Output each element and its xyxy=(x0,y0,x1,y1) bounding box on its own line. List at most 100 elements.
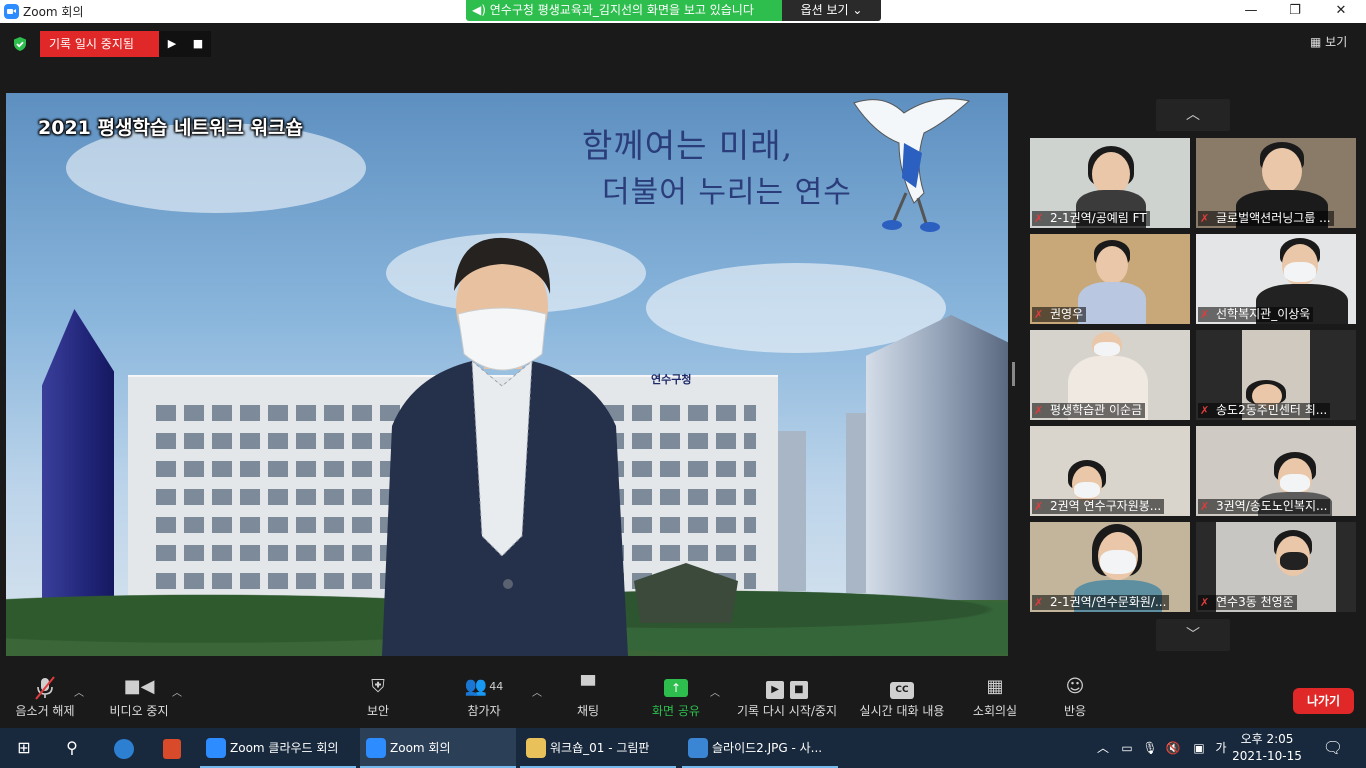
leave-button[interactable]: 나가기 xyxy=(1293,688,1354,714)
participant-tile[interactable]: ✗ 3권역/송도노인복지... xyxy=(1196,426,1356,516)
system-clock[interactable]: 오후 2:05 2021-10-15 xyxy=(1232,731,1302,765)
slogan-line-2: 더불어 누리는 연수 xyxy=(602,175,852,210)
view-options-label: 옵션 보기 xyxy=(800,3,849,17)
microphone-tray-icon[interactable]: 🎙 xyxy=(1140,728,1160,768)
reactions-button[interactable]: ☺ 반응 xyxy=(1052,668,1098,728)
grid-icon: ▦ xyxy=(1310,35,1322,49)
share-options-caret-icon[interactable]: ︿ xyxy=(710,684,720,699)
smiley-icon: ☺ xyxy=(1065,676,1085,697)
face xyxy=(1262,148,1302,194)
muted-mic-icon: ✗ xyxy=(1200,308,1210,321)
window-title: Zoom 회의 xyxy=(23,5,84,19)
ime-indicator[interactable]: 가 xyxy=(1212,728,1230,768)
face-mask xyxy=(1094,342,1120,356)
speaker-icon: ◀) xyxy=(472,3,486,17)
view-button[interactable]: ▦ 보기 xyxy=(1310,33,1347,50)
network-icon[interactable]: ▣ xyxy=(1188,728,1210,768)
slide-title: 2021 평생학습 네트워크 워크숍 xyxy=(38,117,304,139)
participant-tile[interactable]: ✗ 권영우 xyxy=(1030,234,1190,324)
search-icon[interactable]: ⚲ xyxy=(48,728,96,768)
photo-viewer-icon xyxy=(688,738,708,758)
record-label: 기록 다시 시작/중지 xyxy=(737,704,837,718)
taskbar-zoom-meeting[interactable]: Zoom 회의 xyxy=(360,728,516,768)
gallery-up-button[interactable]: ︿ xyxy=(1156,99,1230,131)
notification-center-icon[interactable]: 🗨 xyxy=(1318,728,1348,768)
share-screen-button[interactable]: ↑ 화면 공유 xyxy=(644,668,708,728)
audio-options-caret-icon[interactable]: ︿ xyxy=(74,684,84,699)
security-button[interactable]: ⛨ 보안 xyxy=(350,668,406,728)
gallery-down-button[interactable]: ﹀ xyxy=(1156,619,1230,651)
participants-options-caret-icon[interactable]: ︿ xyxy=(532,684,542,699)
video-options-caret-icon[interactable]: ︿ xyxy=(172,684,182,699)
breakout-rooms-button[interactable]: ▦ 소회의실 xyxy=(966,668,1024,728)
muted-mic-icon: ✗ xyxy=(1200,212,1210,225)
view-button-label: 보기 xyxy=(1325,35,1348,49)
edge-browser-icon[interactable] xyxy=(100,728,148,768)
share-screen-label: 화면 공유 xyxy=(652,704,700,718)
paint-palette-icon xyxy=(526,738,546,758)
chat-label: 채팅 xyxy=(576,704,600,718)
shared-screen[interactable]: 연수구청 2021 평생학습 네트워크 워크숍 함께여는 미래, 더불어 누리는… xyxy=(6,93,1008,656)
security-label: 보안 xyxy=(366,704,390,718)
windows-start-icon[interactable]: ⊞ xyxy=(0,728,48,768)
close-button[interactable]: ✕ xyxy=(1318,0,1364,23)
clock-date: 2021-10-15 xyxy=(1232,749,1302,763)
speaker-muted-icon[interactable]: 🔇 xyxy=(1162,728,1184,768)
participant-tile[interactable]: ✗ 평생학습관 이순금 xyxy=(1030,330,1190,420)
participant-name: 2-1권역/연수문화원/... xyxy=(1050,595,1167,609)
face-mask xyxy=(1074,482,1100,498)
resize-handle[interactable] xyxy=(1012,362,1015,386)
participant-tile[interactable]: ✗ 글로벌액션러닝그룹 ... xyxy=(1196,138,1356,228)
taskbar-zoom-cloud[interactable]: Zoom 클라우드 회의 xyxy=(200,728,356,768)
live-transcript-button[interactable]: CC 실시간 대화 내용 xyxy=(854,668,950,728)
participant-name: 권영우 xyxy=(1050,307,1084,321)
participant-name: 2권역 연수구자원봉... xyxy=(1050,499,1162,513)
participants-label: 참가자 xyxy=(467,704,501,718)
security-shield-icon xyxy=(14,37,26,51)
stop-recording-button[interactable]: ■ xyxy=(185,31,211,57)
resume-recording-button[interactable]: ▶ xyxy=(159,31,185,57)
chat-bubble-icon: ▀ xyxy=(581,676,595,697)
meeting-toolbar: 음소거 해제 ︿ ■◀ 비디오 중지 ︿ ⛨ 보안 👥 44 참가자 ︿ ▀ 채팅… xyxy=(0,668,1366,728)
chevron-down-icon: ⌄ xyxy=(852,3,863,17)
participant-name: 2-1권역/공예림 FT xyxy=(1050,211,1147,225)
taskbar-photos[interactable]: 슬라이드2.JPG - 사... xyxy=(682,728,838,768)
participant-tile[interactable]: ✗ 2-1권역/연수문화원/... xyxy=(1030,522,1190,612)
record-button[interactable]: ▶ ■ 기록 다시 시작/중지 xyxy=(730,668,844,728)
muted-mic-icon: ✗ xyxy=(1200,596,1210,609)
shield-icon: ⛨ xyxy=(371,676,385,697)
participants-button[interactable]: 👥 44 참가자 xyxy=(452,668,516,728)
view-options-button[interactable]: 옵션 보기 ⌄ xyxy=(782,0,881,21)
unmute-button[interactable]: 음소거 해제 xyxy=(10,668,80,728)
participant-tile[interactable]: ✗ 2권역 연수구자원봉... xyxy=(1030,426,1190,516)
participant-name: 3권역/송도노인복지... xyxy=(1216,499,1328,513)
participant-tile[interactable]: ✗ 송도2동주민센터 최... xyxy=(1196,330,1356,420)
chat-button[interactable]: ▀ 채팅 xyxy=(562,668,614,728)
record-controls-icon: ▶ ■ xyxy=(730,672,844,702)
minimize-button[interactable]: — xyxy=(1228,0,1274,23)
face-mask xyxy=(1280,474,1310,492)
crane-mascot-icon xyxy=(853,98,971,232)
show-hidden-icons-chevron-icon[interactable]: ︿ xyxy=(1094,728,1112,768)
office-app-icon[interactable] xyxy=(148,728,196,768)
building-sign: 연수구청 xyxy=(651,373,692,386)
recording-paused-status: 기록 일시 중지됨 xyxy=(40,31,159,57)
participant-tile[interactable]: ✗ 선학복지관_이상욱 xyxy=(1196,234,1356,324)
stop-video-label: 비디오 중지 xyxy=(109,704,169,718)
windows-taskbar: ⊞ ⚲ Zoom 클라우드 회의 Zoom 회의 워크숍_01 - 그림판 슬라… xyxy=(0,728,1366,768)
muted-mic-icon: ✗ xyxy=(1034,404,1044,417)
taskbar-app-label: 워크숍_01 - 그림판 xyxy=(550,741,650,755)
live-transcript-label: 실시간 대화 내용 xyxy=(859,704,945,718)
restore-button[interactable]: ❐ xyxy=(1272,0,1318,23)
breakout-grid-icon: ▦ xyxy=(986,676,1004,697)
taskbar-paint[interactable]: 워크숍_01 - 그림판 xyxy=(520,728,676,768)
participant-tile[interactable]: ✗ 2-1권역/공예림 FT xyxy=(1030,138,1190,228)
taskbar-app-label: 슬라이드2.JPG - 사... xyxy=(712,741,823,755)
breakout-rooms-label: 소회의실 xyxy=(972,704,1018,718)
battery-icon[interactable]: ▭ xyxy=(1116,728,1138,768)
face xyxy=(1096,246,1128,284)
muted-mic-icon: ✗ xyxy=(1200,404,1210,417)
participant-tile[interactable]: ✗ 연수3동 천영준 xyxy=(1196,522,1356,612)
muted-mic-icon: ✗ xyxy=(1034,308,1044,321)
stop-video-button[interactable]: ■◀ 비디오 중지 xyxy=(104,668,174,728)
